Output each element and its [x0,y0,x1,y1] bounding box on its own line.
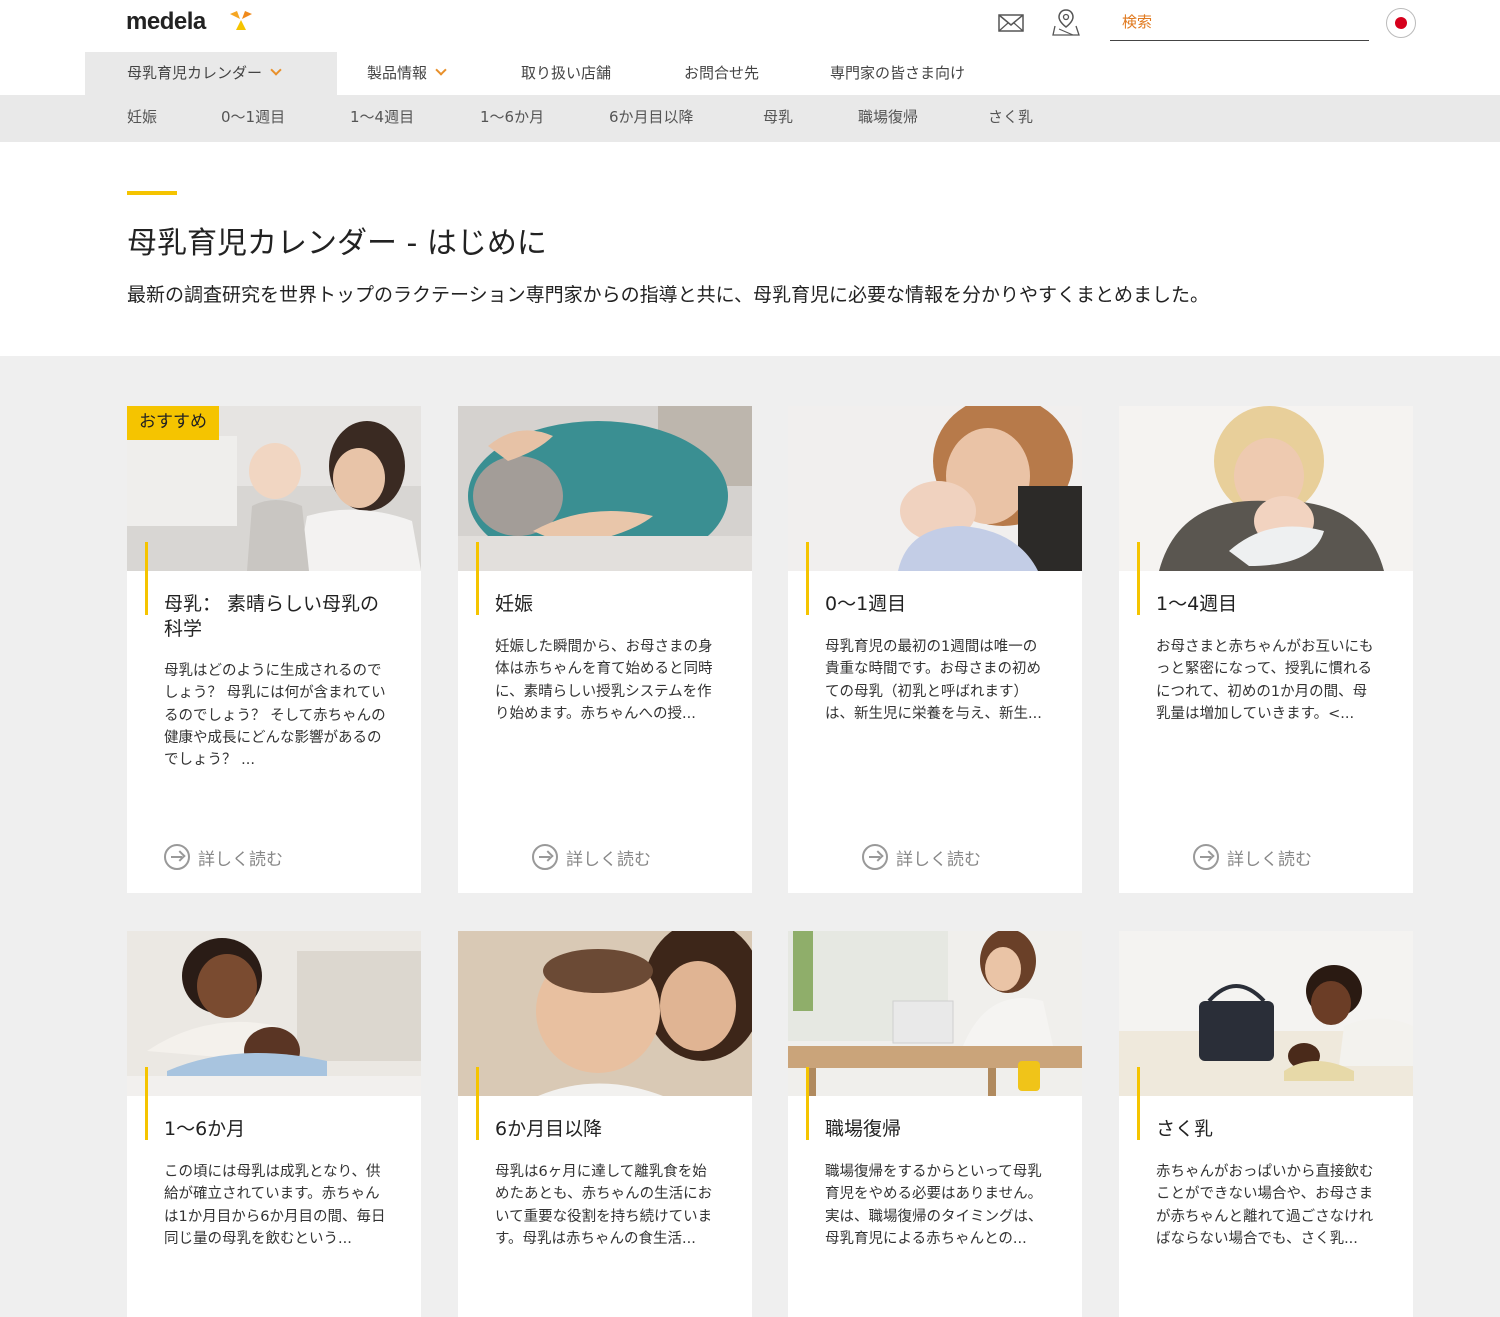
medela-flower-icon [230,11,252,30]
nav-item-label: 母乳育児カレンダー [127,64,263,82]
accent-line [1137,1067,1140,1140]
main-navigation: 母乳育児カレンダー 製品情報 取り扱い店舗 お問合せ先 専門家の皆さま向け [0,52,1500,95]
subnav-item-week-1-4[interactable]: 1～4週目 [350,95,414,142]
card-image [1119,406,1413,571]
card-grid: おすすめ 母乳： 素晴らしい母乳の科学 母乳はどのように生成されるのでしょう？ … [0,356,1500,1317]
card-title: 1～6か月 [164,1118,246,1140]
card-title: さく乳 [1156,1118,1214,1140]
read-more-label: 詳しく読む [198,849,283,870]
nav-item-breastfeeding-calendar[interactable]: 母乳育児カレンダー [85,52,337,95]
card-title: 妊娠 [495,593,534,615]
arrow-right-circle-icon [862,844,888,870]
card-description: 赤ちゃんがおっぱいから直接飲むことができない場合や、お母さまが赤ちゃんと離れて過… [1156,1164,1374,1247]
card-image [788,931,1082,1096]
read-more-label: 詳しく読む [1227,849,1312,870]
subnav-item-week-0-1[interactable]: 0～1週目 [221,95,285,142]
nav-item-professionals[interactable]: 専門家の皆さま向け [830,52,965,95]
nav-item-label: 製品情報 [367,64,428,82]
card-image [458,406,752,571]
card-description: お母さまと赤ちゃんがお互いにもっと緊密になって、授乳に慣れるにつれて、初めの1か… [1156,639,1374,722]
subnav-item-pregnancy[interactable]: 妊娠 [127,95,157,142]
subnav-item-month-6-plus[interactable]: 6か月目以降 [609,95,694,142]
card-image [1119,931,1413,1096]
page-intro-text: 最新の調査研究を世界トップのラクテーション専門家からの指導と共に、母乳育児に必要… [127,284,1210,306]
card-month-6-plus[interactable]: 6か月目以降 母乳は6ヶ月に達して離乳食を始めたあとも、赤ちゃんの生活において重… [458,931,752,1317]
medela-logo[interactable]: medela [126,8,206,36]
card-month-1-6[interactable]: 1～6か月 この頃には母乳は成乳となり、供給が確立されています。赤ちゃんは1か月… [127,931,421,1317]
featured-badge: おすすめ [127,406,219,440]
card-title: 母乳： 素晴らしい母乳の科学 [164,593,380,640]
card-breastmilk-science[interactable]: おすすめ 母乳： 素晴らしい母乳の科学 母乳はどのように生成されるのでしょう？ … [127,406,421,893]
accent-line [806,542,809,615]
card-title: 0～1週目 [825,593,907,615]
nav-item-stores[interactable]: 取り扱い店舗 [521,52,611,95]
mail-icon[interactable] [998,13,1024,33]
search-input[interactable] [1110,8,1369,36]
map-pin-icon[interactable] [1052,8,1080,36]
card-description: 母乳は6ヶ月に達して離乳食を始めたあとも、赤ちゃんの生活において重要な役割を持ち… [495,1164,713,1247]
card-image [788,406,1082,571]
card-title: 職場復帰 [825,1118,902,1140]
card-description: 母乳育児の最初の1週間は唯一の貴重な時間です。お母さまの初めての母乳（初乳と呼ば… [825,639,1042,722]
accent-line [476,1067,479,1140]
arrow-right-circle-icon [532,844,558,870]
read-more-link[interactable]: 詳しく読む [1193,844,1312,870]
arrow-right-circle-icon [164,844,190,870]
read-more-label: 詳しく読む [566,849,651,870]
subnav-item-breastmilk[interactable]: 母乳 [763,95,793,142]
card-image [127,931,421,1096]
card-description: 職場復帰をするからといって母乳育児をやめる必要はありません。実は、職場復帰のタイ… [825,1164,1043,1247]
read-more-link[interactable]: 詳しく読む [532,844,651,870]
card-description: 妊娠した瞬間から、お母さまの身体は赤ちゃんを育て始めると同時に、素晴らしい授乳シ… [495,639,713,722]
accent-line [476,542,479,615]
read-more-label: 詳しく読む [896,849,981,870]
card-image [458,931,752,1096]
card-title: 1～4週目 [1156,593,1238,615]
japan-flag-icon[interactable] [1386,8,1416,38]
subnav-item-pumping[interactable]: さく乳 [988,95,1033,142]
subnav-item-back-to-work[interactable]: 職場復帰 [858,95,918,142]
card-back-to-work[interactable]: 職場復帰 職場復帰をするからといって母乳育児をやめる必要はありません。実は、職場… [788,931,1082,1317]
search-box [1110,8,1369,41]
sub-navigation: 妊娠 0～1週目 1～4週目 1～6か月 6か月目以降 母乳 職場復帰 さく乳 [0,95,1500,142]
card-description: この頃には母乳は成乳となり、供給が確立されています。赤ちゃんは1か月目から6か月… [164,1164,386,1247]
nav-item-contact[interactable]: お問合せ先 [684,52,759,95]
card-week-0-1[interactable]: 0～1週目 母乳育児の最初の1週間は唯一の貴重な時間です。お母さまの初めての母乳… [788,406,1082,893]
card-description: 母乳はどのように生成されるのでしょう？ 母乳には何が含まれているのでしょう？ そ… [164,663,386,769]
chevron-down-icon [435,64,447,76]
read-more-link[interactable]: 詳しく読む [862,844,981,870]
title-accent-bar [127,191,177,195]
card-pregnancy[interactable]: 妊娠 妊娠した瞬間から、お母さまの身体は赤ちゃんを育て始めると同時に、素晴らしい… [458,406,752,893]
card-week-1-4[interactable]: 1～4週目 お母さまと赤ちゃんがお互いにもっと緊密になって、授乳に慣れるにつれて… [1119,406,1413,893]
card-pumping[interactable]: さく乳 赤ちゃんがおっぱいから直接飲むことができない場合や、お母さまが赤ちゃんと… [1119,931,1413,1317]
arrow-right-circle-icon [1193,844,1219,870]
subnav-item-month-1-6[interactable]: 1～6か月 [480,95,544,142]
site-header: medela [0,0,1500,52]
card-title: 6か月目以降 [495,1118,603,1140]
accent-line [1137,542,1140,615]
nav-item-products[interactable]: 製品情報 [367,52,447,95]
accent-line [145,542,148,615]
chevron-down-icon [270,64,282,76]
accent-line [806,1067,809,1140]
page-title: 母乳育児カレンダー - はじめに [127,226,547,261]
read-more-link[interactable]: 詳しく読む [164,844,283,870]
accent-line [145,1067,148,1140]
